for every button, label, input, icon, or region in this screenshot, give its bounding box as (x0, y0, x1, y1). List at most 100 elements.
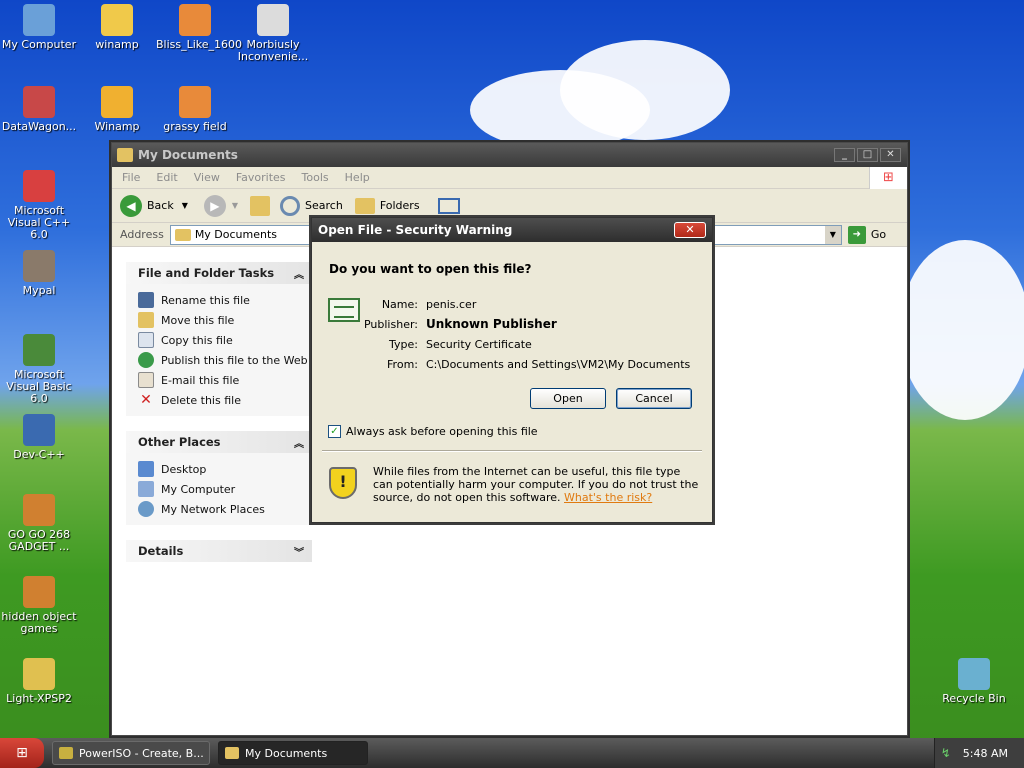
poweriso-icon (59, 747, 73, 759)
menu-favorites[interactable]: Favorites (236, 171, 286, 184)
dialog-titlebar[interactable]: Open File - Security Warning ✕ (312, 218, 712, 242)
windows-logo-icon: ⊞ (16, 745, 28, 761)
always-ask-checkbox[interactable]: ✓ (328, 425, 341, 438)
from-value: C:\Documents and Settings\VM2\My Documen… (426, 357, 691, 371)
other-places-panel: Other Places ︽ Desktop My Computer My Ne… (126, 431, 312, 525)
type-value: Security Certificate (426, 337, 532, 351)
windows-logo-icon: ⊞ (869, 166, 907, 189)
other-places-header[interactable]: Other Places ︽ (126, 431, 312, 453)
search-icon[interactable] (280, 195, 301, 216)
folders-icon[interactable] (354, 197, 375, 214)
desktop-icon-my-computer[interactable]: My Computer (0, 4, 78, 51)
expand-icon[interactable]: ︾ (294, 544, 304, 559)
mypal-icon (23, 250, 55, 282)
desktop-icon-mypal[interactable]: Mypal (0, 250, 78, 297)
go-arrow-icon[interactable]: ➜ (847, 225, 866, 244)
whats-the-risk-link[interactable]: What's the risk? (564, 491, 652, 504)
desktop-icon-morbiusly[interactable]: Morbiusly Inconvenie... (234, 4, 312, 63)
rename-icon (138, 292, 154, 308)
dialog-question: Do you want to open this file? (329, 262, 532, 276)
minimize-button[interactable]: _ (834, 148, 855, 162)
dialog-close-button[interactable]: ✕ (674, 222, 706, 238)
taskbar: ⊞ PowerISO - Create, B... My Documents ↯… (0, 738, 1024, 768)
place-desktop[interactable]: Desktop (138, 459, 312, 479)
name-value: penis.cer (426, 297, 477, 311)
network-icon (138, 501, 154, 517)
views-icon[interactable] (437, 197, 460, 214)
task-move[interactable]: Move this file (138, 310, 312, 330)
desktop-icon-gogo-gadget[interactable]: GO GO 268 GADGET ... (0, 494, 78, 553)
from-label: From: (387, 357, 418, 371)
task-delete[interactable]: ✕ Delete this file (138, 390, 312, 410)
name-label: Name: (381, 297, 418, 311)
delete-icon: ✕ (140, 392, 152, 408)
copy-icon (138, 332, 154, 348)
task-publish[interactable]: Publish this file to the Web (138, 350, 312, 370)
menu-view[interactable]: View (194, 171, 220, 184)
recycle-bin-icon (958, 658, 990, 690)
collapse-icon[interactable]: ︽ (294, 435, 304, 450)
visual-basic-icon (23, 334, 55, 366)
task-email[interactable]: E-mail this file (138, 370, 312, 390)
forward-dropdown-icon[interactable]: ▼ (232, 201, 238, 210)
task-copy[interactable]: Copy this file (138, 330, 312, 350)
forward-arrow-icon[interactable]: ▶ (203, 194, 226, 217)
desktop-icon-hidden-object[interactable]: hidden object games (0, 576, 78, 635)
shield-warning-icon: ! (329, 467, 357, 499)
desktop-icon-datawagon[interactable]: DataWagon... (0, 86, 78, 133)
menu-edit[interactable]: Edit (156, 171, 177, 184)
iso-file-icon (23, 658, 55, 690)
taskbar-item-poweriso[interactable]: PowerISO - Create, B... (52, 741, 210, 765)
desktop-icon-dev-cpp[interactable]: Dev-C++ (0, 414, 78, 461)
close-button[interactable]: ✕ (880, 148, 901, 162)
desktop-icon-visual-basic[interactable]: Microsoft Visual Basic 6.0 (0, 334, 78, 405)
maximize-button[interactable]: □ (857, 148, 878, 162)
search-button[interactable]: Search (305, 199, 343, 212)
up-folder-icon[interactable] (250, 195, 271, 216)
back-arrow-icon[interactable]: ◀ (120, 194, 142, 217)
warning-text: While files from the Internet can be use… (373, 465, 699, 504)
folder-icon (174, 228, 191, 241)
cancel-button[interactable]: Cancel (616, 388, 692, 409)
menu-file[interactable]: File (122, 171, 140, 184)
address-label: Address (120, 228, 164, 241)
explorer-titlebar[interactable]: My Documents _ □ ✕ (112, 143, 907, 167)
menu-tools[interactable]: Tools (302, 171, 329, 184)
always-ask-label[interactable]: Always ask before opening this file (346, 425, 538, 438)
desktop-icon-light-xpsp2[interactable]: Light-XPSP2 (0, 658, 78, 705)
collapse-icon[interactable]: ︽ (294, 266, 304, 281)
taskbar-item-my-documents[interactable]: My Documents (218, 741, 368, 765)
address-dropdown-icon[interactable]: ▼ (824, 225, 841, 244)
open-button[interactable]: Open (530, 388, 606, 409)
safely-remove-icon[interactable]: ↯ (941, 746, 951, 760)
folders-button[interactable]: Folders (380, 199, 420, 212)
task-rename[interactable]: Rename this file (138, 290, 312, 310)
clock[interactable]: 5:48 AM (963, 747, 1008, 760)
menu-help[interactable]: Help (345, 171, 370, 184)
desktop-icon-winamp[interactable]: Winamp (78, 86, 156, 133)
desktop-icon-winamp-folder[interactable]: winamp (78, 4, 156, 51)
desktop-icon-recycle-bin[interactable]: Recycle Bin (935, 658, 1013, 705)
address-value: My Documents (194, 228, 278, 241)
folder-icon (117, 148, 133, 162)
globe-icon (138, 352, 154, 368)
computer-icon (23, 4, 55, 36)
file-folder-tasks-panel: File and Folder Tasks ︽ Rename this file… (126, 262, 312, 416)
place-network[interactable]: My Network Places (138, 499, 312, 519)
folder-icon (101, 4, 133, 36)
desktop-icon-grassy-field[interactable]: grassy field (156, 86, 234, 133)
text-file-icon (257, 4, 289, 36)
desktop-icon-visual-cpp[interactable]: Microsoft Visual C++ 6.0 (0, 170, 78, 241)
details-header[interactable]: Details ︾ (126, 540, 312, 562)
desktop-icon-bliss[interactable]: Bliss_Like_1600 (156, 4, 242, 51)
back-dropdown-icon[interactable]: ▼ (182, 201, 188, 210)
go-button[interactable]: Go (871, 228, 886, 241)
start-button[interactable]: ⊞ (0, 738, 44, 768)
desktop-icon (138, 461, 154, 477)
visual-cpp-icon (23, 170, 55, 202)
place-my-computer[interactable]: My Computer (138, 479, 312, 499)
folder-icon (225, 747, 239, 759)
file-folder-tasks-header[interactable]: File and Folder Tasks ︽ (126, 262, 312, 284)
security-warning-dialog: Open File - Security Warning ✕ Do you wa… (311, 217, 713, 523)
back-button[interactable]: Back (147, 199, 174, 212)
